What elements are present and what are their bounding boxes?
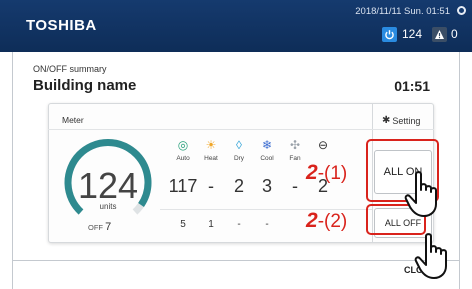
app-header: TOSHIBA 2018/11/11 Sun. 01:51 124 0 bbox=[0, 0, 472, 52]
meter-value: 124 bbox=[77, 165, 139, 206]
meter-units: units bbox=[99, 202, 117, 211]
mode-off-cool: - bbox=[265, 219, 269, 230]
bottom-bar bbox=[13, 260, 459, 289]
warning-icon bbox=[432, 26, 447, 42]
auto-icon: ◎ bbox=[177, 138, 189, 152]
header-datetime: 2018/11/11 Sun. 01:51 bbox=[355, 6, 450, 17]
off-count: OFF 7 bbox=[88, 221, 111, 233]
alarm-count-value: 0 bbox=[451, 27, 458, 41]
heat-icon: ☀ bbox=[205, 138, 217, 152]
alarm-count: 0 bbox=[432, 26, 458, 42]
other-icon: ⊖ bbox=[317, 138, 329, 152]
gear-icon: ✱ bbox=[382, 115, 391, 126]
off-label: OFF bbox=[88, 223, 103, 232]
running-count: 124 bbox=[382, 26, 422, 42]
running-count-value: 124 bbox=[402, 27, 423, 41]
gear-icon[interactable] bbox=[457, 6, 466, 15]
dry-icon: ◊ bbox=[236, 138, 242, 152]
setting-label: Setting bbox=[392, 115, 421, 126]
setting-divider bbox=[372, 129, 434, 130]
callout-step-1: 2-(1) bbox=[306, 161, 347, 185]
meter-title: Meter bbox=[62, 115, 84, 125]
power-icon bbox=[382, 26, 397, 42]
off-value: 7 bbox=[105, 221, 112, 233]
callout-2-number: 2 bbox=[306, 209, 318, 232]
pointing-hand-icon bbox=[414, 233, 447, 279]
callout-step-2: 2-(2) bbox=[306, 209, 347, 233]
brand-logo: TOSHIBA bbox=[26, 17, 97, 34]
fan-icon: ✣ bbox=[289, 138, 301, 152]
summary-label: ON/OFF summary bbox=[33, 64, 107, 74]
callout-1-step: -(1) bbox=[317, 163, 348, 184]
card-divider bbox=[48, 129, 372, 130]
callout-2-step: -(2) bbox=[317, 211, 348, 232]
pointing-hand-icon bbox=[404, 171, 437, 217]
setting-button[interactable]: ✱ Setting bbox=[382, 115, 420, 126]
cool-icon: ❄ bbox=[261, 138, 273, 152]
building-name: Building name bbox=[33, 77, 137, 94]
current-time: 01:51 bbox=[394, 78, 430, 94]
callout-1-number: 2 bbox=[306, 161, 318, 184]
